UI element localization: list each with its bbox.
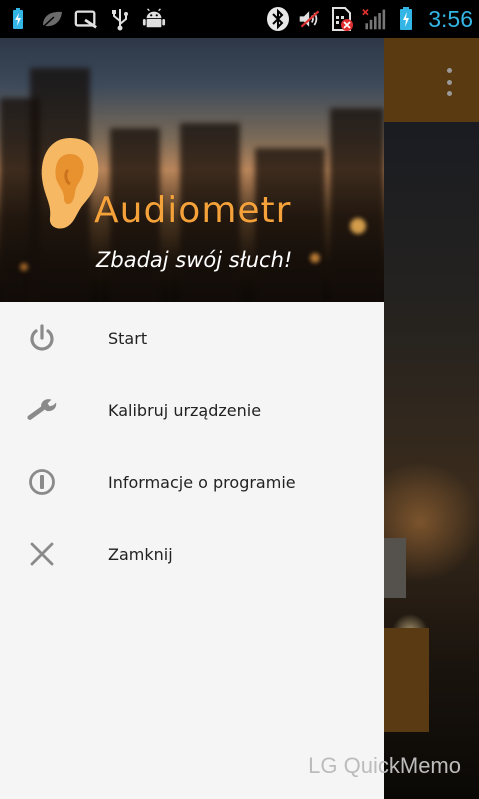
menu-item-start[interactable]: Start (0, 302, 384, 374)
sim-error-icon (330, 7, 354, 31)
app-logo-text: Audiometr (94, 190, 292, 231)
battery-charging-icon (394, 7, 418, 31)
wrench-icon (26, 394, 58, 426)
menu-item-label: Informacje o programie (108, 472, 296, 492)
status-bar: 3:56 (0, 0, 479, 38)
power-icon (26, 322, 58, 354)
menu-item-info[interactable]: Informacje o programie (0, 446, 384, 518)
close-icon (26, 538, 58, 570)
android-debug-icon (142, 7, 166, 31)
bluetooth-icon (266, 7, 290, 31)
background-button[interactable] (384, 628, 429, 732)
volume-muted-icon (298, 7, 322, 31)
signal-no-service-icon (362, 7, 386, 31)
menu-item-close[interactable]: Zamknij (0, 518, 384, 590)
drawer-header: Audiometr Zbadaj swój słuch! (0, 38, 384, 302)
background-panel (384, 538, 406, 598)
leaf-icon (40, 7, 64, 31)
quickmemo-watermark: LG QuickMemo (308, 753, 461, 778)
menu-item-calibrate[interactable]: Kalibruj urządzenie (0, 374, 384, 446)
menu-item-label: Start (108, 328, 148, 348)
navigation-drawer: Audiometr Zbadaj swój słuch! Start Kalib… (0, 38, 384, 799)
menu-item-label: Zamknij (108, 544, 173, 564)
menu-item-label: Kalibruj urządzenie (108, 400, 262, 420)
info-icon (26, 466, 58, 498)
battery-charging-icon (6, 7, 30, 31)
screen: 3:56 Audiometr Zbadaj swój słuch! Start … (0, 0, 479, 799)
usb-icon (108, 7, 132, 31)
overflow-menu-icon[interactable] (445, 68, 453, 96)
quickmemo-icon (74, 7, 98, 31)
status-clock: 3:56 (428, 5, 473, 32)
ear-logo-icon (38, 134, 102, 236)
drawer-menu: Start Kalibruj urządzenie Informacje o p… (0, 302, 384, 590)
app-tagline: Zbadaj swój słuch! (96, 248, 293, 272)
